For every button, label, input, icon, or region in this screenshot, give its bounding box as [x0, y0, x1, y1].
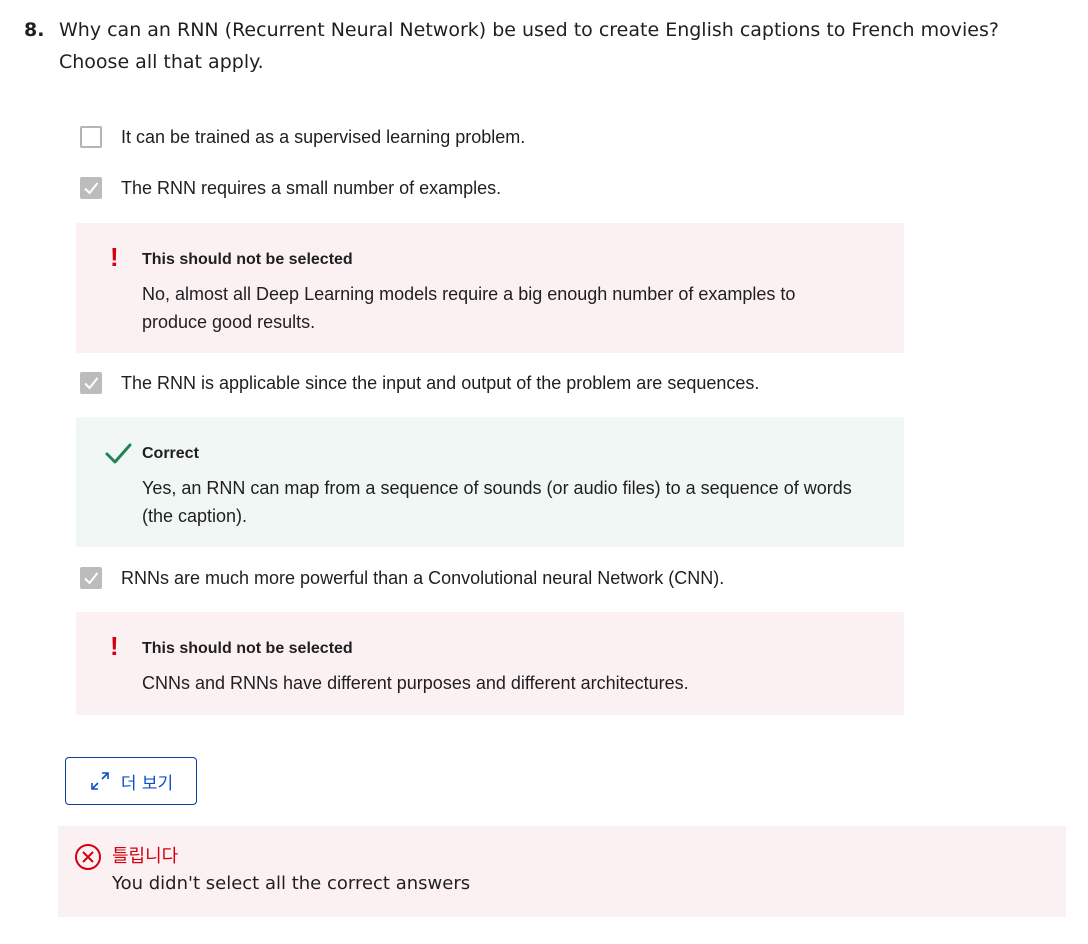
question-number: 8. — [24, 19, 45, 41]
feedback-correct: Correct Yes, an RNN can map from a seque… — [76, 417, 904, 547]
option-label: It can be trained as a supervised learni… — [121, 126, 526, 147]
option-label: The RNN requires a small number of examp… — [121, 177, 502, 198]
question-text: Why can an RNN (Recurrent Neural Network… — [59, 19, 999, 73]
result-title: 틀립니다 — [112, 846, 179, 867]
checkmark-icon — [105, 443, 132, 464]
option-1[interactable]: It can be trained as a supervised learni… — [80, 124, 525, 150]
option-2[interactable]: The RNN requires a small number of examp… — [80, 175, 501, 201]
checkbox-checked[interactable] — [80, 177, 102, 199]
option-label: The RNN is applicable since the input an… — [121, 372, 760, 393]
feedback-title: This should not be selected — [142, 251, 353, 268]
feedback-body: No, almost all Deep Learning models requ… — [142, 284, 796, 332]
feedback-body: Yes, an RNN can map from a sequence of s… — [142, 478, 852, 526]
checkmark-icon — [84, 377, 99, 390]
feedback-title: This should not be selected — [142, 640, 353, 657]
result-message: You didn't select all the correct answer… — [112, 873, 471, 894]
option-3[interactable]: The RNN is applicable since the input an… — [80, 370, 759, 396]
feedback-wrong: ! This should not be selected CNNs and R… — [76, 612, 904, 715]
feedback-title: Correct — [142, 445, 199, 462]
option-4[interactable]: RNNs are much more powerful than a Convo… — [80, 565, 724, 591]
option-label: RNNs are much more powerful than a Convo… — [121, 567, 725, 588]
checkmark-icon — [84, 182, 99, 195]
more-button-label: 더 보기 — [120, 773, 174, 794]
feedback-wrong: ! This should not be selected No, almost… — [76, 223, 904, 353]
x-circle-icon — [75, 844, 101, 870]
checkbox-checked[interactable] — [80, 567, 102, 589]
expand-icon — [91, 772, 109, 790]
checkmark-icon — [84, 572, 99, 585]
more-button[interactable]: 더 보기 — [65, 757, 197, 805]
exclamation-icon: ! — [110, 242, 119, 272]
checkbox-checked[interactable] — [80, 372, 102, 394]
result-banner: 틀립니다 You didn't select all the correct a… — [58, 826, 1066, 917]
exclamation-icon: ! — [110, 631, 119, 661]
checkbox-unchecked[interactable] — [80, 126, 102, 148]
feedback-body: CNNs and RNNs have different purposes an… — [142, 673, 689, 693]
